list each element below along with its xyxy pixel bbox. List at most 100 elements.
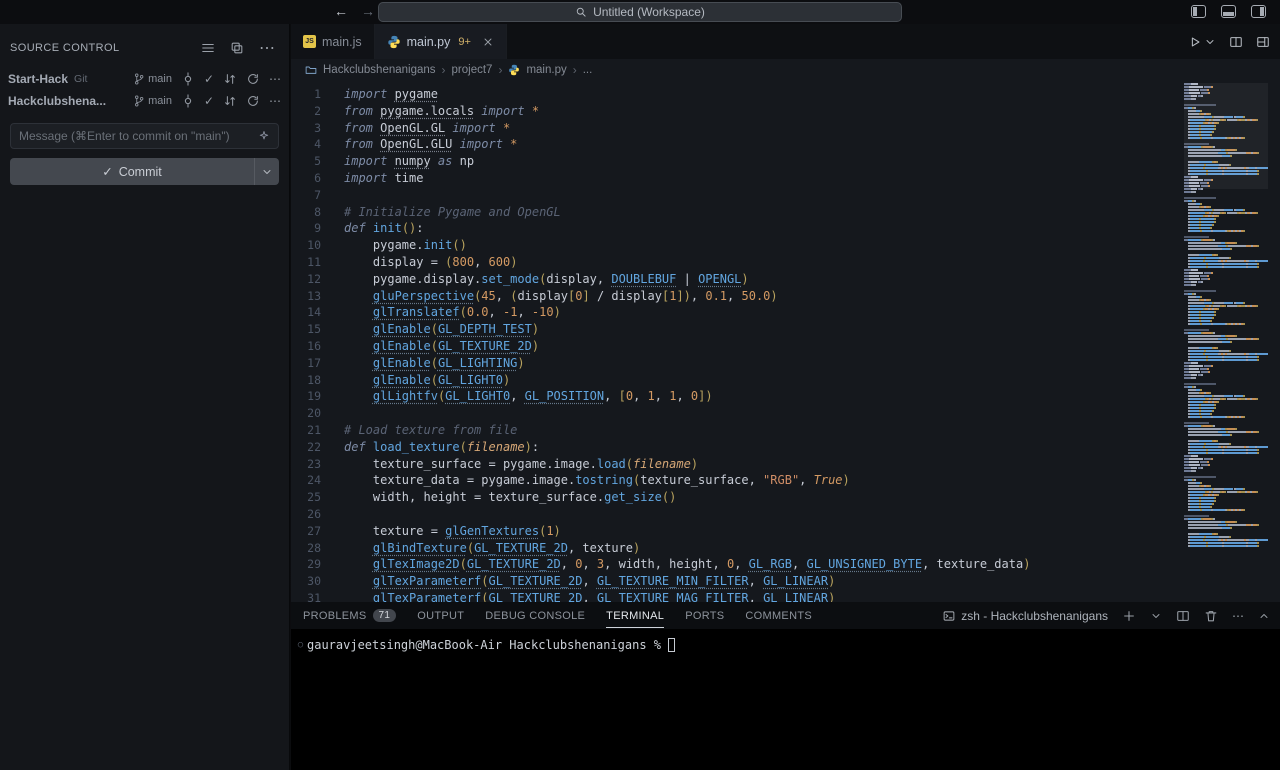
refresh-icon[interactable] [246,94,260,108]
line-number: 13 [291,288,321,305]
forward-arrow-icon[interactable]: → [361,3,375,19]
minimap-line [1184,362,1268,364]
branch-indicator[interactable]: main [133,95,172,107]
commit-check-icon[interactable]: ✓ [204,94,214,108]
sync-status-icon[interactable] [181,72,195,86]
minimap-line [1184,296,1268,298]
copy-view-icon[interactable] [230,41,244,55]
repo-more-actions-icon[interactable]: ⋯ [269,94,281,108]
minimap-viewport[interactable] [1184,83,1268,189]
breadcrumb-item-folder[interactable]: project7 [452,64,493,76]
panel-tab-comments[interactable]: COMMENTS [745,602,812,629]
minimap-line [1184,503,1268,505]
code-text: # Initialize Pygame and OpenGL [321,204,561,221]
refresh-icon[interactable] [246,72,260,86]
toggle-left-sidebar-icon[interactable] [1191,5,1206,18]
code-lines: 1import pygame2from pygame.locals import… [291,86,1280,602]
tab-bar: JS main.js main.py 9+ [291,24,1280,59]
line-number: 7 [291,187,321,204]
terminal-profile-chevron-icon[interactable] [1150,610,1162,622]
commit-dropdown-button[interactable] [254,158,279,185]
commit-button[interactable]: ✓ Commit [10,158,279,185]
repo-row-start-hack[interactable]: Start-Hack Git main ✓ ⋯ [0,68,289,90]
panel-tab-debug-console[interactable]: DEBUG CONSOLE [485,602,585,629]
command-center-search[interactable]: Untitled (Workspace) [378,2,902,22]
sync-changes-icon[interactable] [223,72,237,86]
tab-main-py[interactable]: main.py 9+ [375,24,507,59]
breadcrumb-separator: › [573,63,577,77]
minimap-line [1184,245,1268,247]
editor-layout-icon[interactable] [1256,35,1270,49]
toggle-panel-icon[interactable] [1221,5,1236,18]
minimap-line [1184,341,1268,343]
terminal-output[interactable]: ○ gauravjeetsingh@MacBook-Air Hackclubsh… [291,629,1280,652]
minimap-line [1184,455,1268,457]
code-text: texture_surface = pygame.image.load(file… [321,456,698,473]
minimap-line [1184,353,1268,355]
code-editor[interactable]: 1import pygame2from pygame.locals import… [291,81,1280,602]
split-editor-icon[interactable] [1229,35,1243,49]
minimap-line [1184,224,1268,226]
active-terminal-entry[interactable]: zsh - Hackclubshenanigans [943,609,1108,623]
commit-message-input[interactable] [19,129,252,143]
view-as-list-icon[interactable] [201,41,215,55]
generate-commit-message-icon[interactable] [258,130,270,142]
minimap[interactable] [1184,83,1268,596]
minimap-line [1184,470,1268,472]
branch-indicator[interactable]: main [133,73,172,85]
new-terminal-icon[interactable] [1122,609,1136,623]
minimap-line [1184,290,1268,292]
repo-row-hackclubshenanigans[interactable]: Hackclubshena... main ✓ ⋯ [0,90,289,112]
line-number: 8 [291,204,321,221]
terminal-prompt: gauravjeetsingh@MacBook-Air Hackclubshen… [307,638,661,652]
commit-check-icon[interactable]: ✓ [204,72,214,86]
minimap-line [1184,326,1268,328]
maximize-panel-chevron-icon[interactable] [1258,610,1270,622]
minimap-line [1184,416,1268,418]
breadcrumb-item-workspace[interactable]: Hackclubshenanigans [323,64,436,76]
source-control-sidebar: SOURCE CONTROL ⋯ Start-Hack Git main ✓ ⋯ [0,24,290,770]
line-number: 3 [291,120,321,137]
code-text: from OpenGL.GL import * [321,120,510,137]
minimap-line [1184,359,1268,361]
minimap-line [1184,332,1268,334]
line-number: 10 [291,237,321,254]
code-line: 15 glEnable(GL_DEPTH_TEST) [291,321,1280,338]
breadcrumb-item-symbol[interactable]: ... [583,64,593,76]
code-text: glEnable(GL_LIGHTING) [321,355,525,372]
code-line: 6import time [291,170,1280,187]
more-actions-icon[interactable]: ⋯ [259,38,275,58]
breadcrumb-item-file[interactable]: main.py [526,64,566,76]
code-line: 29 glTexImage2D(GL_TEXTURE_2D, 0, 3, wid… [291,556,1280,573]
minimap-line [1184,428,1268,430]
sync-status-icon[interactable] [181,94,195,108]
minimap-line [1184,494,1268,496]
line-number: 25 [291,489,321,506]
sync-changes-icon[interactable] [223,94,237,108]
minimap-line [1184,278,1268,280]
code-text: glBindTexture(GL_TEXTURE_2D, texture) [321,540,640,557]
toggle-right-sidebar-icon[interactable] [1251,5,1266,18]
panel-tab-terminal[interactable]: TERMINAL [606,602,664,629]
minimap-line [1184,230,1268,232]
panel-tab-output[interactable]: OUTPUT [417,602,464,629]
minimap-line [1184,215,1268,217]
back-arrow-icon[interactable]: ← [334,3,348,19]
code-line: 2from pygame.locals import * [291,103,1280,120]
minimap-line [1184,497,1268,499]
code-text: # Load texture from file [321,422,517,439]
tab-main-js[interactable]: JS main.js [291,24,375,59]
close-tab-icon[interactable] [482,36,494,48]
panel-tab-problems[interactable]: PROBLEMS 71 [303,602,396,629]
panel-more-actions-icon[interactable]: ⋯ [1232,609,1244,623]
repo-more-actions-icon[interactable]: ⋯ [269,72,281,86]
panel-tab-ports[interactable]: PORTS [685,602,724,629]
line-number: 26 [291,506,321,523]
minimap-line [1184,545,1268,547]
split-terminal-icon[interactable] [1176,609,1190,623]
code-text: glTexImage2D(GL_TEXTURE_2D, 0, 3, width,… [321,556,1030,573]
code-line: 14 glTranslatef(0.0, -1, -10) [291,304,1280,321]
kill-terminal-trash-icon[interactable] [1204,609,1218,623]
check-icon: ✓ [102,164,112,179]
run-python-file-button[interactable] [1188,35,1216,49]
